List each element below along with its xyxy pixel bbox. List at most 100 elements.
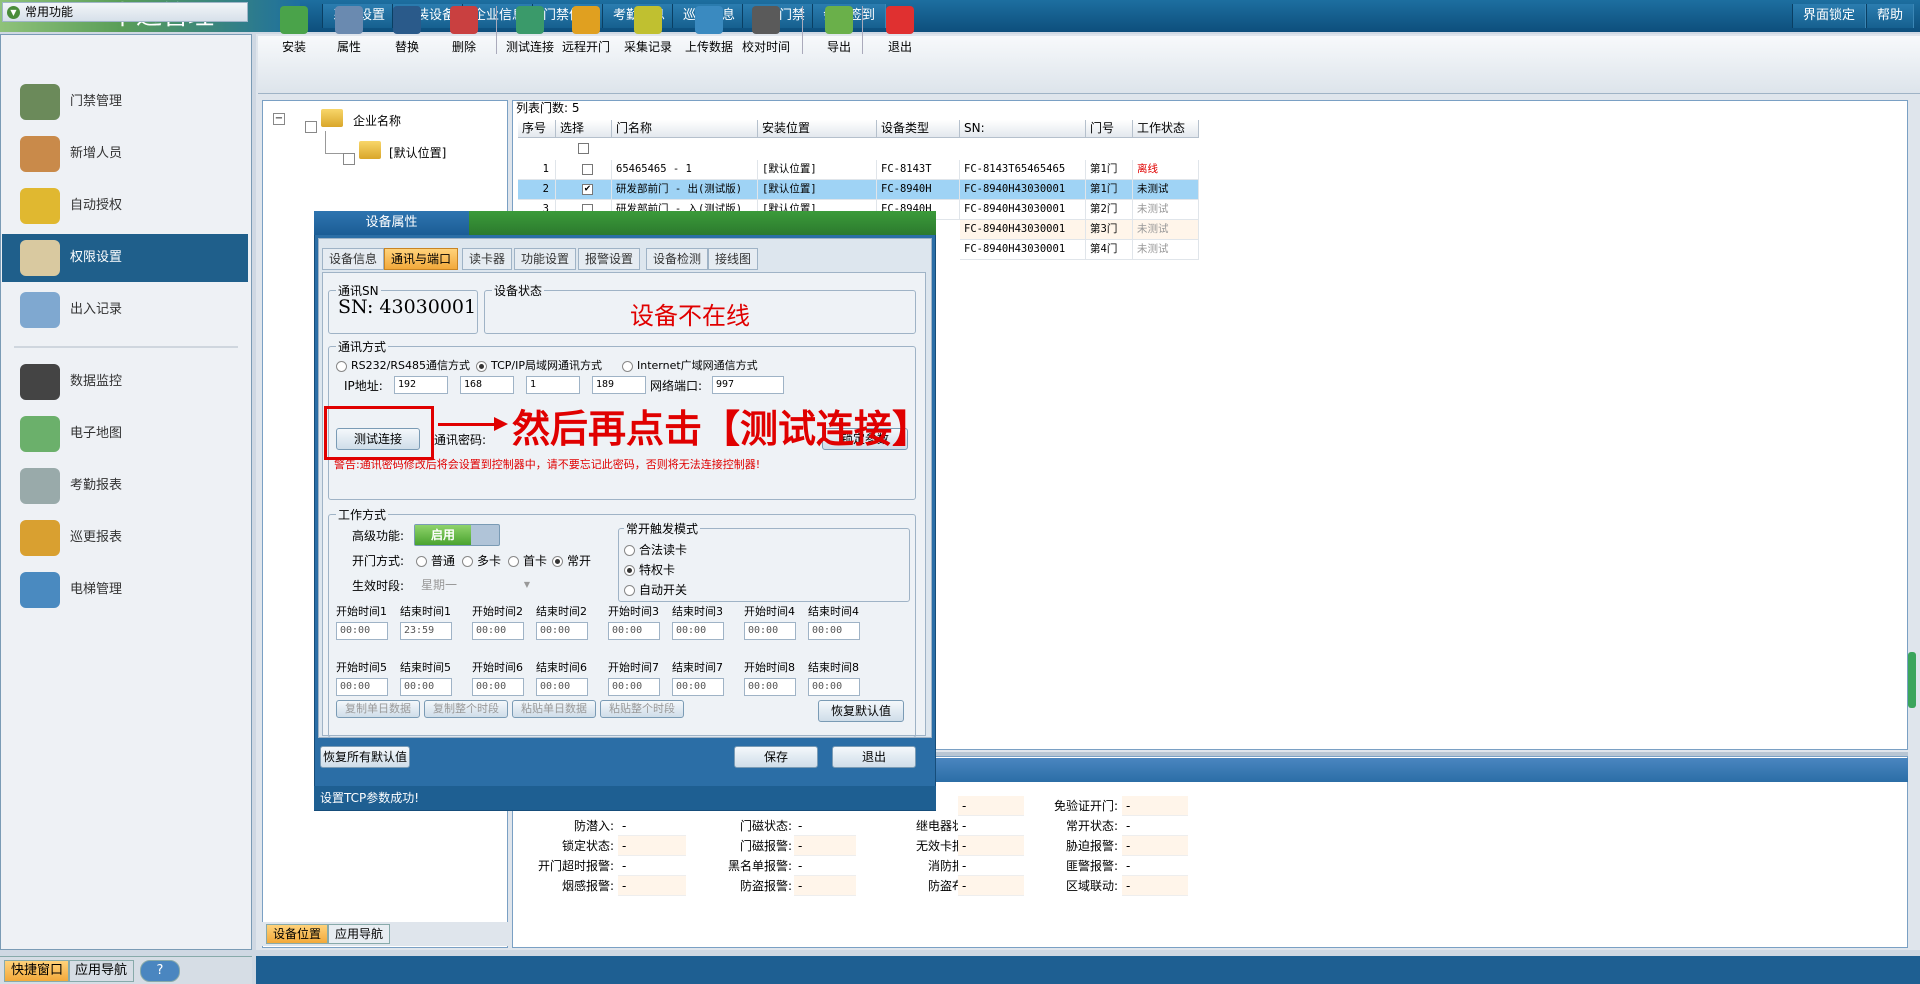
tree-checkbox-child[interactable] (343, 153, 355, 165)
sidebar-item-7[interactable]: 电子地图 (2, 410, 248, 458)
sidebar-item-4[interactable]: 权限设置 (2, 234, 248, 282)
device-location-tab[interactable]: 设备位置 (266, 924, 329, 944)
col-header-3[interactable]: 门名称 (612, 120, 758, 138)
tree-expander[interactable]: − (273, 113, 285, 125)
radio-icon[interactable] (624, 565, 635, 576)
sidebar-item-8[interactable]: 考勤报表 (2, 462, 248, 510)
col-header-6[interactable]: SN: (960, 120, 1086, 138)
tree-child-label[interactable]: [默认位置] (389, 145, 446, 161)
tab-alarm-settings[interactable]: 报警设置 (578, 248, 641, 270)
quick-window-tab[interactable]: 快捷窗口 (4, 960, 71, 982)
tab-device-check[interactable]: 设备检测 (646, 248, 709, 270)
toolbar-replace-button[interactable]: 替换 (380, 2, 434, 58)
sidebar-item-9[interactable]: 巡更报表 (2, 514, 248, 562)
col-header-7[interactable]: 门号 (1086, 120, 1133, 138)
lock-interface-button[interactable]: 界面锁定 (1792, 4, 1867, 28)
time-input[interactable]: 00:00 (400, 678, 452, 696)
time-input[interactable]: 00:00 (744, 678, 796, 696)
col-header-2[interactable]: 选择 (556, 120, 612, 138)
port-input[interactable]: 997 (712, 376, 784, 394)
test-connection-button[interactable]: 测试连接 (336, 428, 420, 450)
comm-option-1[interactable]: RS232/RS485通信方式 (336, 358, 470, 374)
sidebar-item-3[interactable]: 自动授权 (2, 182, 248, 230)
row-checkbox[interactable] (582, 164, 593, 175)
time-input[interactable]: 00:00 (472, 622, 524, 640)
tab-card-reader[interactable]: 读卡器 (462, 248, 513, 270)
radio-icon[interactable] (624, 545, 635, 556)
radio-icon[interactable] (476, 360, 487, 372)
sidebar-item-6[interactable]: 数据监控 (2, 358, 248, 406)
restore-all-defaults-button[interactable]: 恢复所有默认值 (320, 746, 410, 768)
time-input[interactable]: 00:00 (472, 678, 524, 696)
app-nav-tab-2[interactable]: 应用导航 (328, 924, 391, 944)
save-button[interactable]: 保存 (734, 746, 818, 768)
radio-icon[interactable] (624, 585, 635, 596)
radio-icon[interactable] (622, 360, 633, 372)
toolbar-remote-open-button[interactable]: 远程开门 (559, 2, 613, 58)
sidebar-item-2[interactable]: 新增人员 (2, 130, 248, 178)
time-input[interactable]: 00:00 (672, 678, 724, 696)
common-functions-header[interactable]: ▼ 常用功能 (2, 2, 248, 22)
toolbar-collect-records-button[interactable]: 采集记录 (621, 2, 675, 58)
radio-icon[interactable] (508, 556, 519, 567)
radio-icon[interactable] (552, 556, 563, 567)
toolbar-properties-button[interactable]: 属性 (322, 2, 376, 58)
help-button[interactable]: 帮助 (1866, 4, 1915, 28)
open-mode-2[interactable]: 多卡 (462, 553, 501, 569)
tab-wiring[interactable]: 接线图 (708, 248, 759, 270)
row-checkbox[interactable]: ✔ (582, 184, 593, 195)
time-input[interactable]: 23:59 (400, 622, 452, 640)
trigger-option-1[interactable]: 合法读卡 (624, 542, 687, 558)
time-input[interactable]: 00:00 (536, 678, 588, 696)
toolbar-sync-time-button[interactable]: 校对时间 (739, 2, 793, 58)
trigger-option-2[interactable]: 特权卡 (624, 562, 675, 578)
copy-paste-button-2[interactable]: 复制整个时段 (424, 700, 508, 718)
col-header-1[interactable]: 序号 (518, 120, 556, 138)
open-mode-3[interactable]: 首卡 (508, 553, 547, 569)
time-input[interactable]: 00:00 (336, 622, 388, 640)
time-input[interactable]: 00:00 (336, 678, 388, 696)
comm-option-3[interactable]: Internet广域网通信方式 (622, 358, 758, 374)
tab-function-settings[interactable]: 功能设置 (514, 248, 577, 270)
ip-octet-3[interactable]: 1 (526, 376, 580, 394)
app-nav-tab[interactable]: 应用导航 (68, 960, 135, 982)
tab-comm-port[interactable]: 通讯与端口 (384, 248, 459, 270)
radio-icon[interactable] (416, 556, 427, 567)
open-mode-1[interactable]: 普通 (416, 553, 455, 569)
radio-icon[interactable] (336, 360, 347, 372)
ip-octet-1[interactable]: 192 (394, 376, 448, 394)
sidebar-item-10[interactable]: 电梯管理 (2, 566, 248, 614)
ip-octet-4[interactable]: 189 (592, 376, 646, 394)
toolbar-test-connection-button[interactable]: 测试连接 (503, 2, 557, 58)
time-input[interactable]: 00:00 (808, 678, 860, 696)
ip-octet-2[interactable]: 168 (460, 376, 514, 394)
help-icon[interactable]: ? (140, 960, 180, 982)
col-header-8[interactable]: 工作状态 (1133, 120, 1199, 138)
trigger-option-3[interactable]: 自动开关 (624, 582, 687, 598)
time-input[interactable]: 00:00 (608, 622, 660, 640)
sidebar-item-5[interactable]: 出入记录 (2, 286, 248, 334)
time-input[interactable]: 00:00 (536, 622, 588, 640)
tree-checkbox-root[interactable] (305, 121, 317, 133)
collapse-icon[interactable]: ▼ (7, 6, 20, 19)
comm-option-2[interactable]: TCP/IP局域网通讯方式 (476, 358, 602, 374)
dialog-exit-button[interactable]: 退出 (832, 746, 916, 768)
copy-paste-button-4[interactable]: 粘贴整个时段 (600, 700, 684, 718)
advanced-toggle[interactable]: 启用 (414, 524, 500, 546)
toolbar-install-button[interactable]: 安装 (267, 2, 321, 58)
toolbar-upload-data-button[interactable]: 上传数据 (682, 2, 736, 58)
period-select[interactable]: 星期一 ▼ (418, 576, 534, 594)
tab-device-info[interactable]: 设备信息 (322, 248, 385, 270)
radio-icon[interactable] (462, 556, 473, 567)
time-input[interactable]: 00:00 (808, 622, 860, 640)
open-mode-4[interactable]: 常开 (552, 553, 591, 569)
time-input[interactable]: 00:00 (744, 622, 796, 640)
sidebar-item-1[interactable]: 门禁管理 (2, 78, 248, 126)
select-all-checkbox[interactable] (578, 143, 589, 154)
time-input[interactable]: 00:00 (608, 678, 660, 696)
time-input[interactable]: 00:00 (672, 622, 724, 640)
col-header-5[interactable]: 设备类型 (877, 120, 960, 138)
tree-root-label[interactable]: 企业名称 (353, 113, 401, 129)
toolbar-export-button[interactable]: 导出 (812, 2, 866, 58)
restore-default-button[interactable]: 恢复默认值 (818, 700, 904, 722)
